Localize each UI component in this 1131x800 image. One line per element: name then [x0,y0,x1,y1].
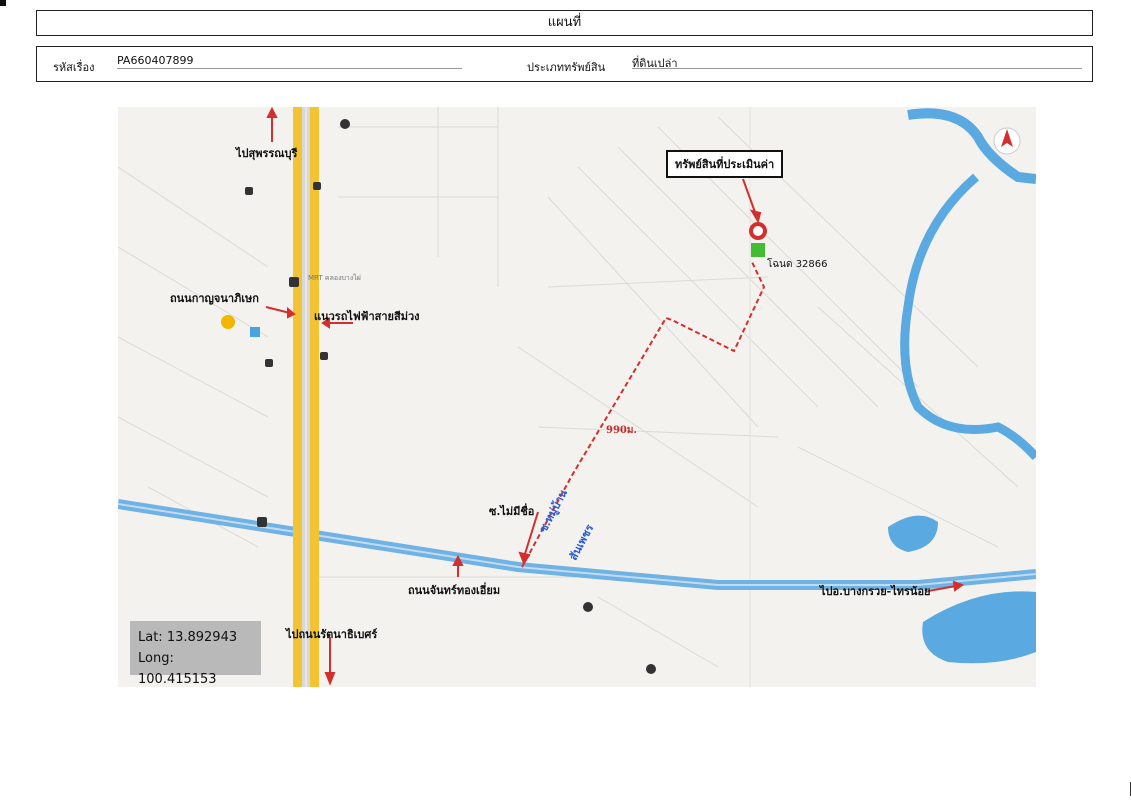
map-area[interactable]: ทรัพย์สินที่ประเมินค่า โฉนด 32866 990ม. … [118,107,1036,687]
info-bar: รหัสเรื่อง PA660407899 ประเภททรัพย์สิน ท… [36,46,1093,82]
type-label: ประเภททรัพย์สิน [527,61,606,74]
to-suphanburi-label: ไปสุพรรณบุรี [236,147,298,160]
coordinates-box: Lat: 13.892943 Long: 100.415153 [130,621,261,687]
to-rattanathibet-label: ไปถนนรัตนาธิเบศร์ [286,628,378,641]
deed-label: โฉนด 32866 [767,259,828,270]
chanthong-road-label: ถนนจันทร์ทองเอี่ยม [408,584,501,597]
case-value: PA660407899 [117,54,462,69]
purple-line-label: แนวรถไฟฟ้าสายสีม่วง [314,310,420,323]
distance-label: 990ม. [606,425,637,436]
map-canvas [118,107,1036,687]
longitude: Long: 100.415153 [138,651,217,687]
page-title: แผนที่ [36,10,1093,36]
latitude: Lat: 13.892943 [138,630,238,645]
kanchana-road-label: ถนนกาญจนาภิเษก [170,292,259,305]
case-label: รหัสเรื่อง [53,61,95,74]
type-value: ที่ดินเปล่า [632,54,1082,70]
unnamed-soi-label: ซ.ไม่มีชื่อ [489,505,535,518]
property-label: ทรัพย์สินที่ประเมินค่า [666,150,784,178]
parcel-icon [751,243,765,257]
to-bangkruai-label: ไปอ.บางกรวย-ไทรน้อย [820,585,931,598]
corner-mark [0,0,6,6]
station-label: MRT คลองบางไผ่ [308,274,361,282]
